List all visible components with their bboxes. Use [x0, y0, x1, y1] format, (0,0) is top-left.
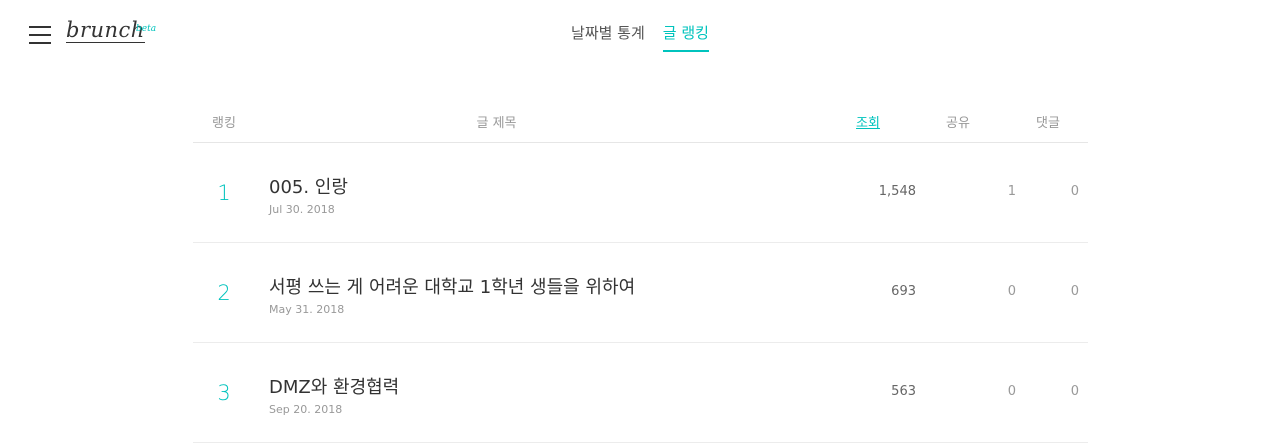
table-header: 랭킹 글 제목 조회 공유 댓글 — [193, 100, 1088, 143]
column-header-comments[interactable]: 댓글 — [1008, 112, 1088, 131]
post-date: Jul 30. 2018 — [269, 203, 335, 216]
share-count: 0 — [1007, 384, 1016, 399]
post-date: Sep 20. 2018 — [269, 403, 343, 416]
post-title-link[interactable]: DMZ와 환경협력 — [269, 373, 399, 399]
comment-count: 0 — [1070, 184, 1079, 199]
share-count: 1 — [1007, 184, 1016, 199]
comment-count: 0 — [1070, 284, 1079, 299]
view-count: 1,548 — [878, 184, 916, 199]
view-count: 563 — [891, 384, 916, 399]
rank-number: 1 — [217, 181, 231, 205]
table-row: 2 서평 쓰는 게 어려운 대학교 1학년 생들을 위하여 May 31. 20… — [193, 243, 1088, 343]
rank-number: 3 — [217, 381, 231, 405]
column-header-shares[interactable]: 공유 — [908, 112, 1008, 131]
post-title-link[interactable]: 005. 인랑 — [269, 173, 348, 199]
tab-daily-stats[interactable]: 날짜별 통계 — [571, 22, 645, 52]
ranking-table: 랭킹 글 제목 조회 공유 댓글 1 005. 인랑 Jul 30. 2018 … — [193, 100, 1088, 443]
table-row: 3 DMZ와 환경협력 Sep 20. 2018 563 0 0 — [193, 343, 1088, 443]
tab-post-ranking[interactable]: 글 랭킹 — [662, 22, 709, 52]
share-count: 0 — [1007, 284, 1016, 299]
stats-tabs: 날짜별 통계 글 랭킹 — [0, 22, 1280, 52]
post-title-link[interactable]: 서평 쓰는 게 어려운 대학교 1학년 생들을 위하여 — [269, 273, 635, 299]
comment-count: 0 — [1070, 384, 1079, 399]
column-header-rank: 랭킹 — [212, 115, 236, 131]
column-header-views[interactable]: 조회 — [828, 112, 908, 131]
post-date: May 31. 2018 — [269, 303, 345, 316]
rank-number: 2 — [217, 281, 231, 305]
table-row: 1 005. 인랑 Jul 30. 2018 1,548 1 0 — [193, 143, 1088, 243]
view-count: 693 — [891, 284, 916, 299]
column-header-title: 글 제목 — [476, 115, 517, 131]
